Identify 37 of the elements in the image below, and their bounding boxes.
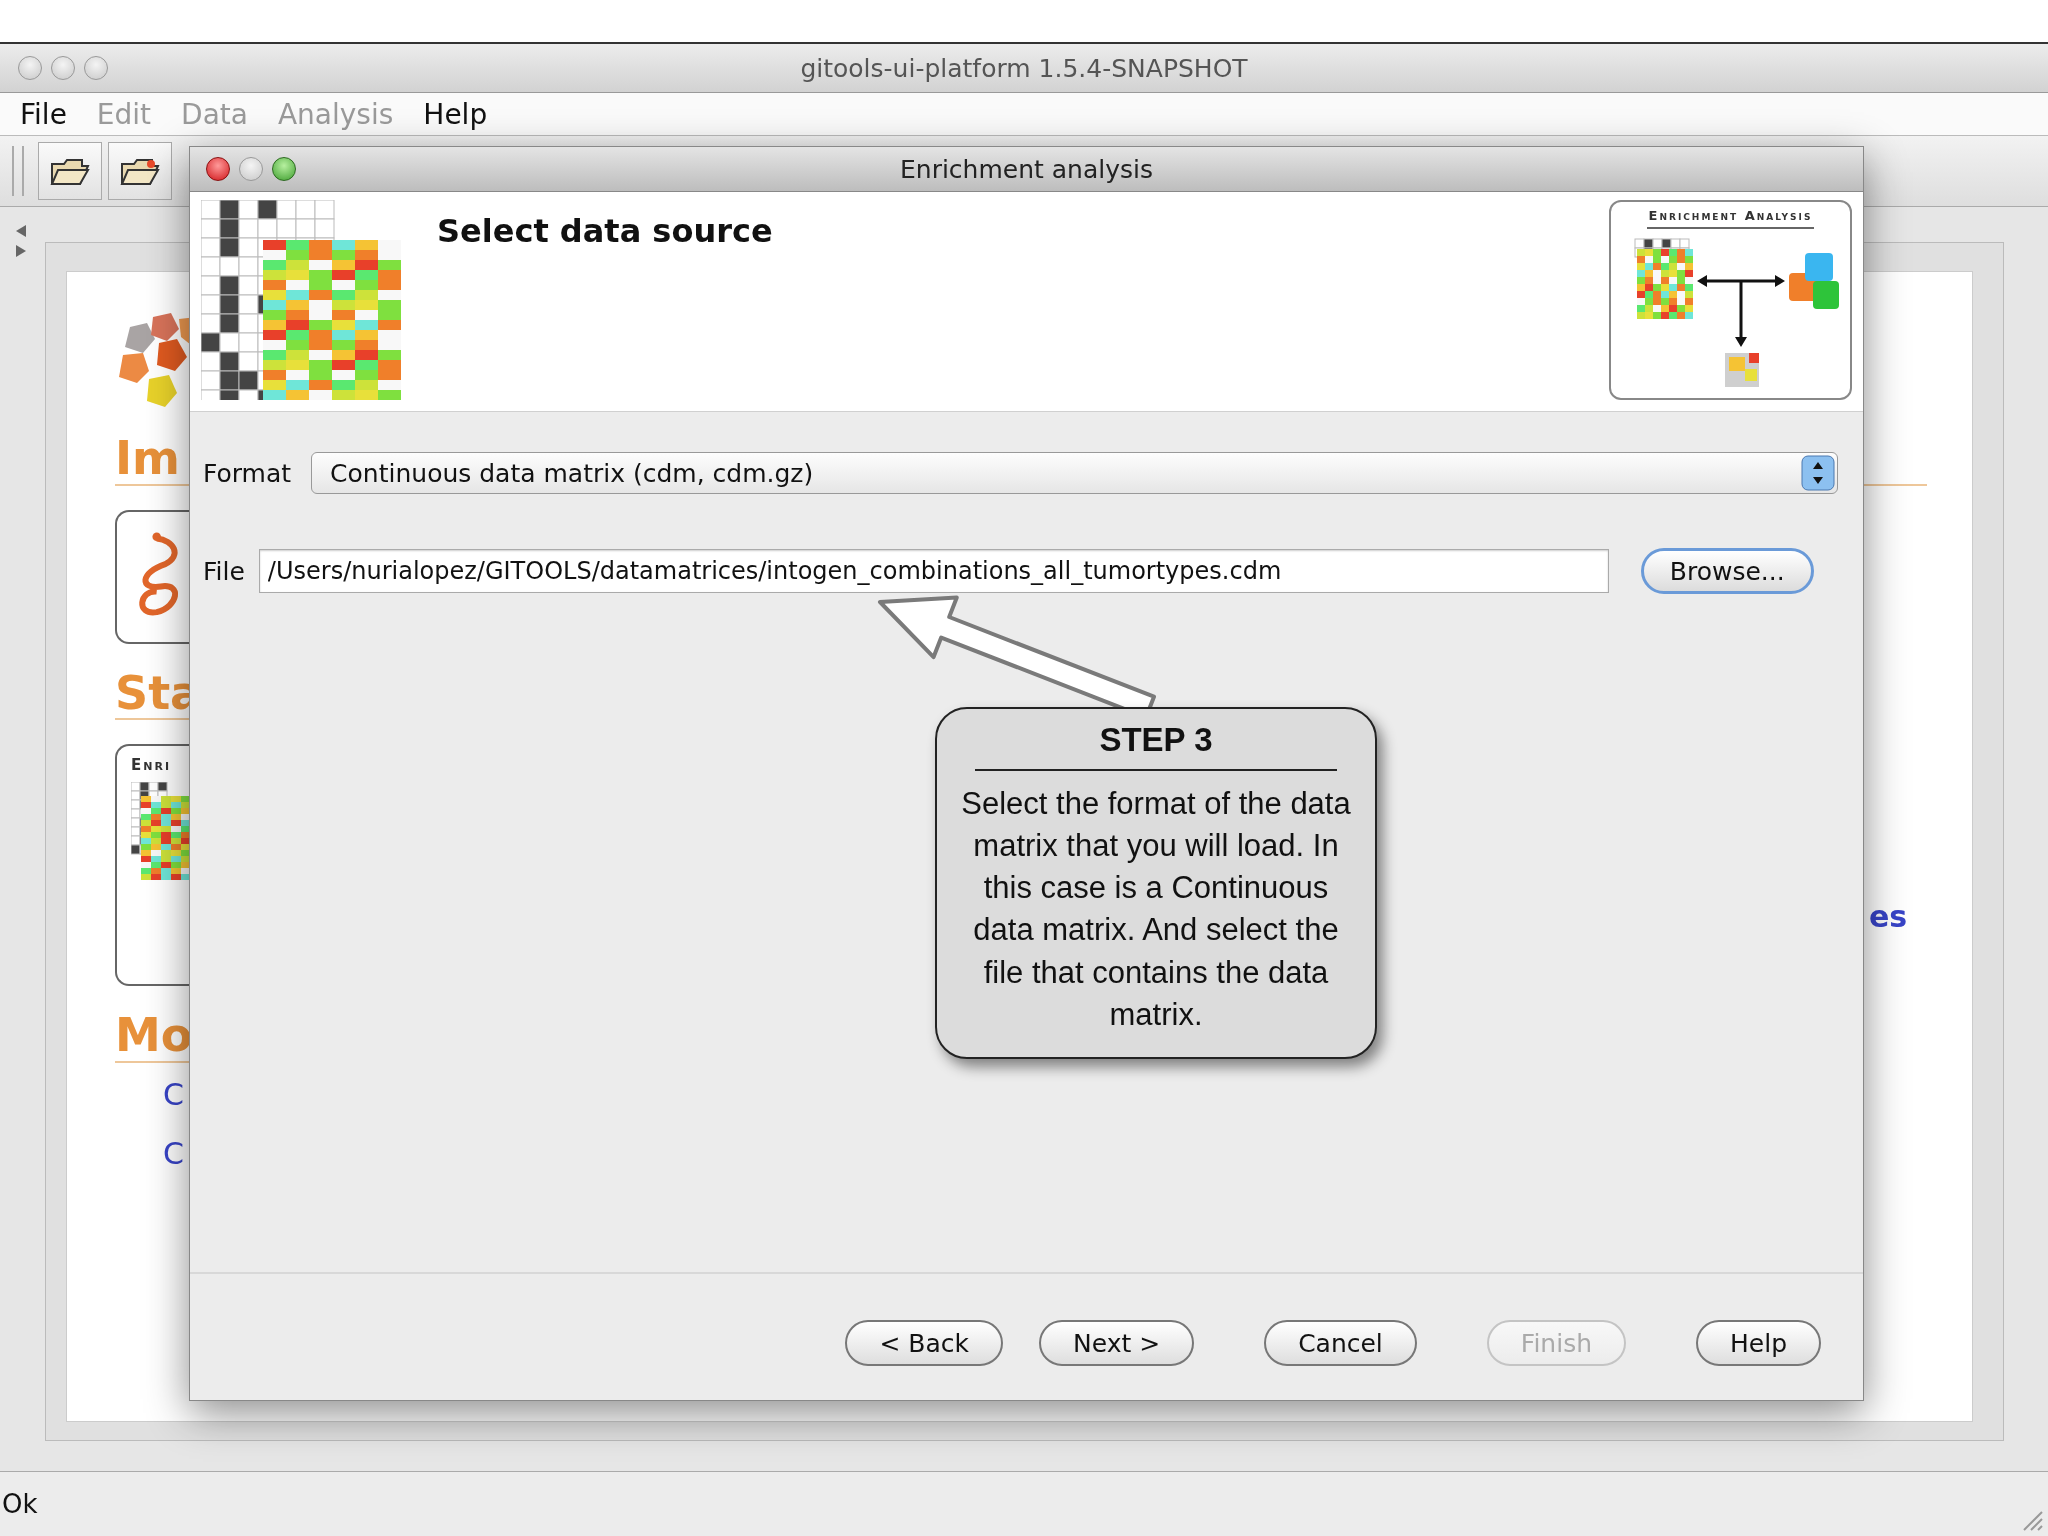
menu-item[interactable]: Help [423,97,488,131]
zoom-button[interactable] [84,56,108,80]
file-path-field[interactable]: /Users/nurialopez/GITOOLS/datamatrices/intogen_combinations_all_tumortypes.cdm [258,549,1609,593]
toolbar-button[interactable] [38,142,102,200]
toolbar-button[interactable] [108,142,172,200]
minimize-button[interactable] [51,56,75,80]
analysis-card[interactable]: Enri [115,744,191,987]
close-button[interactable] [206,157,230,181]
file-label: File [203,556,245,586]
left-arrow-icon[interactable] [16,225,26,237]
minimize-button[interactable] [239,157,263,181]
stepper-icon [1801,455,1835,491]
menu-item[interactable]: File [20,97,67,131]
logo-caption: Enrichment Analysis [1646,208,1815,229]
wizard-button[interactable]: Cancel [1264,1320,1417,1366]
browse-button[interactable]: Browse... [1640,548,1814,594]
wizard-button[interactable]: Next > [1039,1320,1195,1366]
folder-icon [50,156,90,186]
format-dropdown[interactable]: Continuous data matrix (cdm, cdm.gz) [311,452,1838,494]
toolbar-grip[interactable] [12,146,24,196]
link[interactable]: C [163,1076,184,1112]
link[interactable]: es [1869,899,1908,934]
zoom-button[interactable] [272,157,296,181]
status-text: Ok [2,1489,38,1519]
folder-icon [120,156,160,186]
import-card[interactable] [115,509,191,644]
dialog-title: Enrichment analysis [900,154,1153,184]
link[interactable]: C [163,1135,184,1171]
format-label: Format [203,458,292,488]
callout-text: Select the format of the data matrix that you will load. In this case is a Continuous data matrix. And select the file that contains the data matrix. [960,785,1352,1034]
wizard-button[interactable]: < Back [845,1320,1003,1366]
callout-title: STEP 3 [1099,721,1213,759]
card-caption: Enri [131,756,172,775]
right-arrow-icon[interactable] [16,245,26,257]
window-title: gitools-ui-platform 1.5.4-SNAPSHOT [800,53,1248,83]
step-heading: Select data source [437,212,774,250]
wizard-button[interactable]: Help [1696,1320,1821,1366]
